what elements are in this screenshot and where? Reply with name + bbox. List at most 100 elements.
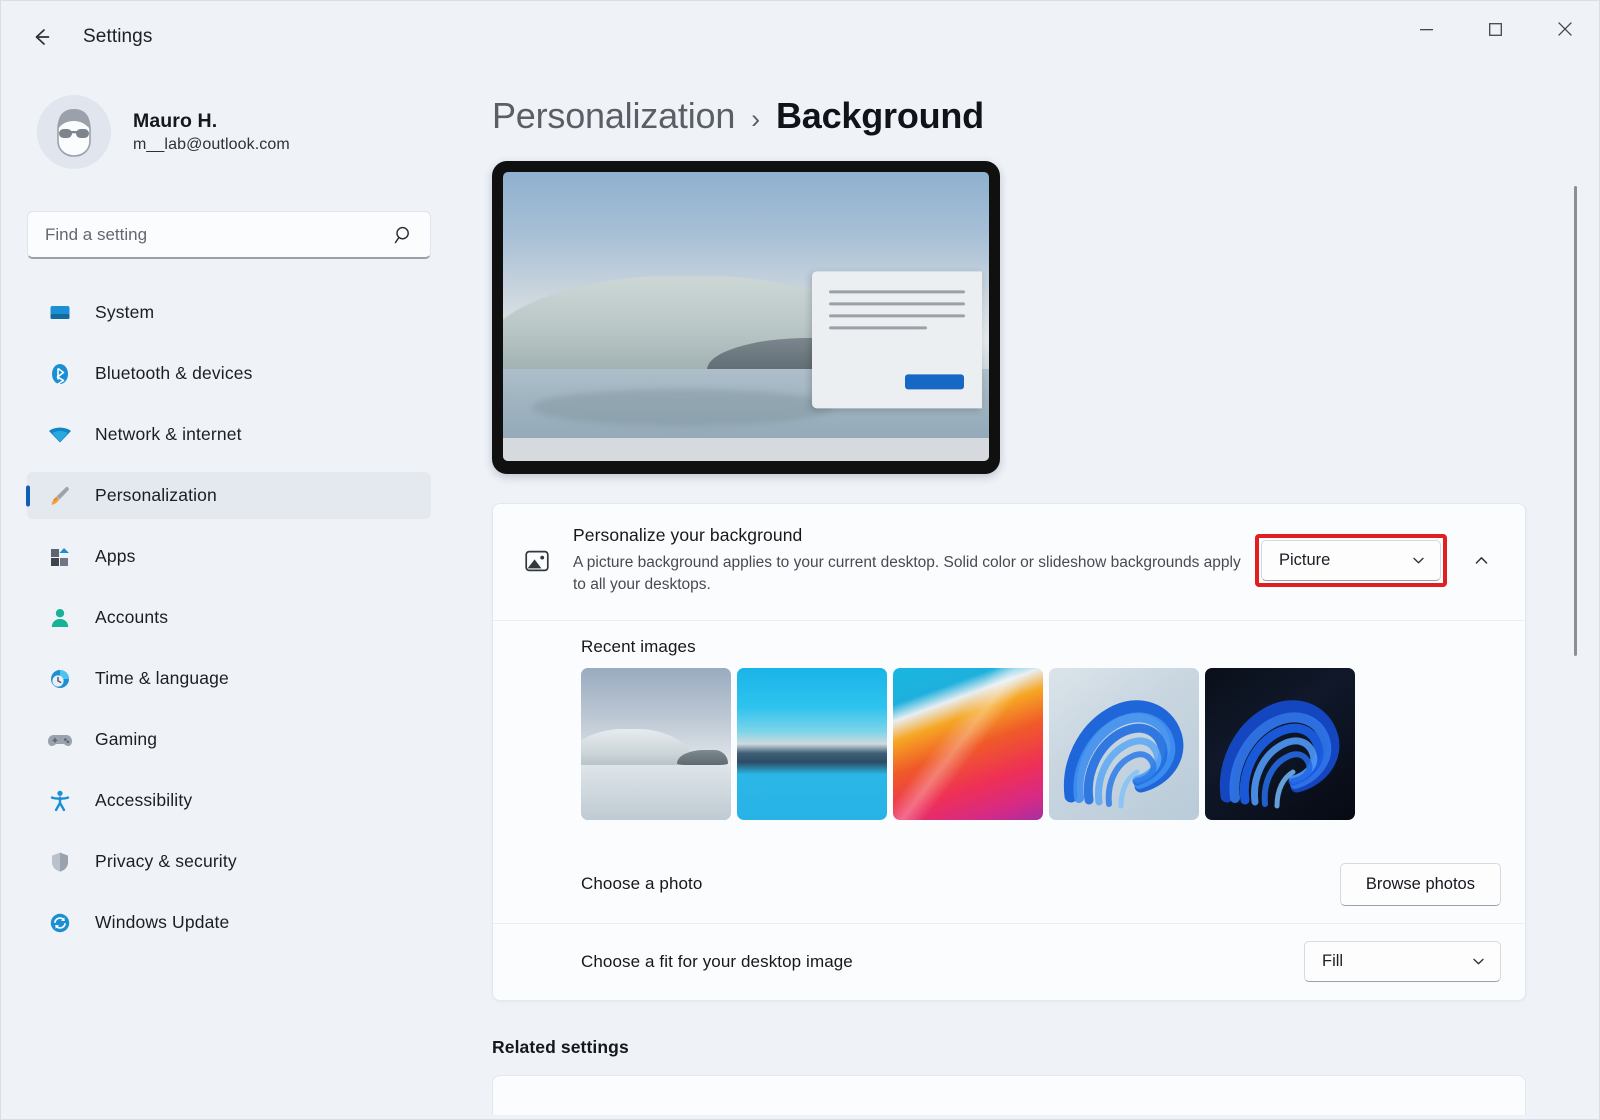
back-arrow-icon (30, 26, 52, 48)
sidebar-item-network-internet[interactable]: Network & internet (27, 411, 431, 458)
sidebar-item-label: Personalization (95, 485, 217, 506)
background-settings-card: Personalize your background A picture ba… (492, 503, 1526, 1001)
collapse-section-button[interactable] (1461, 541, 1501, 581)
mock-primary-button (905, 375, 964, 390)
breadcrumb-separator: › (751, 104, 760, 135)
mock-text-line (829, 291, 965, 294)
preview-taskbar (503, 438, 989, 461)
nav-gap (1, 885, 467, 899)
sidebar-item-privacy-security[interactable]: Privacy & security (27, 838, 431, 885)
thumb-light-bloom[interactable] (1049, 668, 1199, 820)
maximize-icon (1489, 23, 1502, 36)
browse-photos-label: Browse photos (1366, 875, 1475, 894)
personalize-background-row: Personalize your background A picture ba… (493, 504, 1525, 620)
mock-text-line (829, 327, 927, 330)
bloom-graphic (1049, 668, 1199, 820)
related-settings-card[interactable] (492, 1075, 1526, 1115)
accessibility-icon (47, 788, 73, 814)
thumb-cyan-seascape[interactable] (737, 668, 887, 820)
sidebar-item-label: Accounts (95, 607, 168, 628)
nav-gap (1, 519, 467, 533)
title-bar: Settings (1, 1, 1599, 73)
recent-images-list (517, 668, 1501, 820)
nav-gap (1, 336, 467, 350)
avatar (37, 95, 111, 169)
sidebar-item-gaming[interactable]: Gaming (27, 716, 431, 763)
profile-name: Mauro H. (133, 110, 290, 133)
bluetooth-icon (47, 361, 73, 387)
nav-gap (1, 580, 467, 594)
chevron-up-icon (1473, 552, 1490, 569)
close-button[interactable] (1530, 1, 1599, 57)
sidebar-item-apps[interactable]: Apps (27, 533, 431, 580)
gamepad-icon (47, 727, 73, 753)
user-profile[interactable]: Mauro H. m__lab@outlook.com (1, 73, 467, 169)
monitor-preview (492, 161, 1000, 474)
related-settings-title: Related settings (492, 1037, 1526, 1058)
minimize-icon (1420, 23, 1433, 36)
monitor-icon (47, 300, 73, 326)
sidebar-item-label: Bluetooth & devices (95, 363, 253, 384)
browse-photos-button[interactable]: Browse photos (1340, 863, 1501, 906)
thumb-sweep (893, 668, 1043, 820)
recent-images-section: Recent images (493, 620, 1525, 846)
sidebar-item-label: Network & internet (95, 424, 242, 445)
sidebar-item-accessibility[interactable]: Accessibility (27, 777, 431, 824)
nav-gap (1, 824, 467, 838)
chevron-down-icon (1411, 553, 1426, 568)
breadcrumb-parent[interactable]: Personalization (492, 95, 735, 137)
search-box[interactable] (27, 211, 431, 259)
sidebar-item-windows-update[interactable]: Windows Update (27, 899, 431, 946)
preview-reflection (532, 389, 833, 427)
sidebar-item-accounts[interactable]: Accounts (27, 594, 431, 641)
sidebar-item-label: Gaming (95, 729, 157, 750)
choose-fit-label: Choose a fit for your desktop image (517, 952, 853, 972)
sidebar-item-personalization[interactable]: Personalization (27, 472, 431, 519)
bloom-graphic (1205, 668, 1355, 820)
sidebar-item-system[interactable]: System (27, 289, 431, 336)
sidebar-item-label: Accessibility (95, 790, 192, 811)
vertical-scrollbar[interactable] (1574, 186, 1577, 1119)
close-icon (1558, 22, 1572, 36)
mock-text-line (829, 315, 965, 318)
maximize-button[interactable] (1461, 1, 1530, 57)
background-type-dropdown[interactable]: Picture (1261, 540, 1441, 581)
desktop-fit-dropdown[interactable]: Fill (1304, 941, 1501, 982)
sidebar: Mauro H. m__lab@outlook.com (1, 73, 467, 1119)
choose-photo-label: Choose a photo (517, 874, 702, 894)
thumb-dark-bloom[interactable] (1205, 668, 1355, 820)
sidebar-item-label: Apps (95, 546, 136, 567)
sidebar-item-bluetooth-devices[interactable]: Bluetooth & devices (27, 350, 431, 397)
update-icon (47, 910, 73, 936)
picture-icon (517, 541, 557, 581)
thumb-warm-gradient[interactable] (893, 668, 1043, 820)
paintbrush-icon (47, 483, 73, 509)
settings-window: Settings (0, 0, 1600, 1120)
thumb-misty-landscape[interactable] (581, 668, 731, 820)
nav-gap (1, 702, 467, 716)
background-type-value: Picture (1279, 551, 1330, 570)
breadcrumb: Personalization › Background (467, 73, 1599, 137)
nav-gap (1, 397, 467, 411)
clock-icon (47, 666, 73, 692)
window-controls (1392, 1, 1599, 73)
minimize-button[interactable] (1392, 1, 1461, 57)
search-input[interactable] (45, 225, 394, 245)
profile-email: m__lab@outlook.com (133, 136, 290, 154)
wifi-icon (47, 422, 73, 448)
choose-fit-row: Choose a fit for your desktop image Fill (493, 923, 1525, 1000)
chevron-down-icon (1471, 954, 1486, 969)
person-icon (47, 605, 73, 631)
nav-gap (1, 763, 467, 777)
profile-text: Mauro H. m__lab@outlook.com (133, 110, 290, 154)
scrollbar-thumb[interactable] (1574, 186, 1577, 656)
back-button[interactable] (19, 15, 63, 59)
sidebar-item-time-language[interactable]: Time & language (27, 655, 431, 702)
choose-photo-row: Choose a photo Browse photos (493, 846, 1525, 923)
personalize-title: Personalize your background (573, 525, 1255, 546)
sidebar-item-label: Windows Update (95, 912, 229, 933)
shield-icon (47, 849, 73, 875)
preview-area (467, 137, 1599, 474)
personalize-text: Personalize your background A picture ba… (567, 525, 1255, 597)
sidebar-item-label: Privacy & security (95, 851, 237, 872)
